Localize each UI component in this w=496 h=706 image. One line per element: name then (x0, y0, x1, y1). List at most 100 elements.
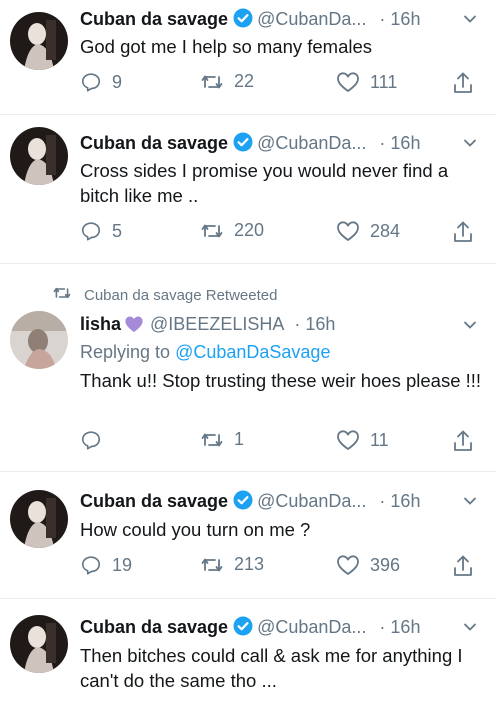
verified-badge-icon (233, 8, 253, 33)
share-icon[interactable] (452, 71, 474, 100)
tweet-header: Cuban da savage @CubanDa... · 16h (80, 616, 496, 640)
retweet-button[interactable]: 220 (200, 220, 264, 241)
avatar[interactable] (10, 127, 68, 185)
separator-dot: · (379, 491, 386, 511)
reply-icon (80, 71, 102, 93)
share-icon[interactable] (452, 554, 474, 583)
tweet[interactable]: Cuban da savage @CubanDa... · 16h Then bi… (0, 599, 496, 706)
tweet-text: Thank u!! Stop trusting these weir hoes … (80, 370, 482, 391)
retweet-button[interactable]: 22 (200, 71, 254, 92)
chevron-down-icon[interactable] (462, 493, 478, 514)
tweet[interactable]: Cuban da savage @CubanDa... · 16h Cross s… (0, 115, 496, 264)
retweet-count: 1 (234, 429, 245, 449)
like-count: 111 (370, 71, 398, 92)
like-icon (336, 220, 360, 242)
timestamp[interactable]: 16h (305, 314, 335, 334)
tweet-text: How could you turn on me ? (80, 519, 311, 540)
separator-dot: · (379, 9, 386, 29)
tweet-text: Cross sides I promise you would never fi… (80, 160, 449, 206)
handle[interactable]: @CubanDa... (257, 617, 366, 637)
reply-count: 5 (112, 220, 123, 241)
tweet-header: lisha @IBEEZELISHA · 16h (80, 314, 496, 338)
handle[interactable]: @CubanDa... (257, 9, 366, 29)
handle[interactable]: @IBEEZELISHA (150, 314, 283, 334)
reply-count: 9 (112, 71, 123, 92)
verified-badge-icon (233, 490, 253, 515)
retweet-count: 22 (234, 71, 255, 91)
reply-button[interactable]: 5 (80, 220, 122, 242)
display-name[interactable]: Cuban da savage (80, 133, 228, 153)
chevron-down-icon[interactable] (462, 619, 478, 640)
like-icon (336, 554, 360, 576)
avatar[interactable] (10, 490, 68, 548)
tweet-header: Cuban da savage @CubanDa... · 16h (80, 8, 496, 32)
reply-icon (80, 429, 102, 451)
timestamp[interactable]: 16h (390, 491, 420, 511)
like-count: 396 (370, 554, 401, 575)
retweet-icon (200, 555, 224, 575)
like-count: 284 (370, 220, 401, 241)
reply-count: 19 (112, 554, 133, 575)
display-name[interactable]: Cuban da savage (80, 617, 228, 637)
reply-button[interactable] (80, 429, 112, 451)
tweet-actions: 19 213 396 (80, 554, 496, 578)
reply-button[interactable]: 19 (80, 554, 132, 576)
replying-to-handle-link[interactable]: @CubanDaSavage (175, 342, 330, 362)
tweet-text: Then bitches could call & ask me for any… (80, 645, 463, 691)
tweet-actions: 1 11 (80, 429, 496, 453)
separator-dot: · (379, 133, 386, 153)
avatar[interactable] (10, 615, 68, 673)
retweet-button[interactable]: 1 (200, 429, 244, 450)
tweet-feed: Cuban da savage @CubanDa... · 16h God got… (0, 0, 496, 706)
share-icon[interactable] (452, 429, 474, 458)
replying-to: Replying to @CubanDaSavage (80, 342, 330, 363)
purple-heart-emoji (124, 315, 144, 338)
verified-badge-icon (233, 132, 253, 157)
reply-icon (80, 220, 102, 242)
like-button[interactable]: 11 (336, 429, 389, 451)
tweet-header: Cuban da savage @CubanDa... · 16h (80, 490, 496, 514)
display-name[interactable]: Cuban da savage (80, 9, 228, 29)
tweet[interactable]: Cuban da savage @CubanDa... · 16h God got… (0, 0, 496, 115)
timestamp[interactable]: 16h (390, 133, 420, 153)
retweet-button[interactable]: 213 (200, 554, 264, 575)
avatar[interactable] (10, 12, 68, 70)
retweet-icon (200, 430, 224, 450)
timestamp[interactable]: 16h (390, 617, 420, 637)
handle[interactable]: @CubanDa... (257, 133, 366, 153)
tweet[interactable]: Cuban da savage Retweeted lisha @IBEEZELI… (0, 264, 496, 472)
retweeted-by-label[interactable]: Cuban da savage Retweeted (84, 287, 277, 304)
reply-button[interactable]: 9 (80, 71, 122, 93)
avatar[interactable] (10, 311, 68, 369)
display-name[interactable]: Cuban da savage (80, 491, 228, 511)
retweet-count: 213 (234, 554, 265, 574)
handle[interactable]: @CubanDa... (257, 491, 366, 511)
verified-badge-icon (233, 616, 253, 641)
retweet-icon (52, 285, 72, 305)
like-icon (336, 429, 360, 451)
display-name[interactable]: lisha (80, 314, 121, 334)
separator-dot: · (379, 617, 386, 637)
chevron-down-icon[interactable] (462, 11, 478, 32)
tweet-header: Cuban da savage @CubanDa... · 16h (80, 132, 496, 156)
retweet-icon (200, 72, 224, 92)
chevron-down-icon[interactable] (462, 135, 478, 156)
like-icon (336, 71, 360, 93)
like-button[interactable]: 396 (336, 554, 400, 576)
share-icon[interactable] (452, 220, 474, 249)
like-button[interactable]: 284 (336, 220, 400, 242)
like-button[interactable]: 111 (336, 71, 397, 93)
tweet-actions: 5 220 284 (80, 220, 496, 244)
chevron-down-icon[interactable] (462, 317, 478, 338)
replying-to-label: Replying to (80, 342, 171, 362)
reply-icon (80, 554, 102, 576)
retweet-context: Cuban da savage Retweeted (52, 285, 277, 305)
tweet[interactable]: Cuban da savage @CubanDa... · 16h How cou… (0, 472, 496, 599)
tweet-text: God got me I help so many females (80, 36, 373, 57)
separator-dot: · (294, 314, 301, 334)
timestamp[interactable]: 16h (390, 9, 420, 29)
tweet-actions: 9 22 111 (80, 71, 496, 95)
retweet-count: 220 (234, 220, 265, 240)
like-count: 11 (370, 429, 389, 450)
retweet-icon (200, 221, 224, 241)
